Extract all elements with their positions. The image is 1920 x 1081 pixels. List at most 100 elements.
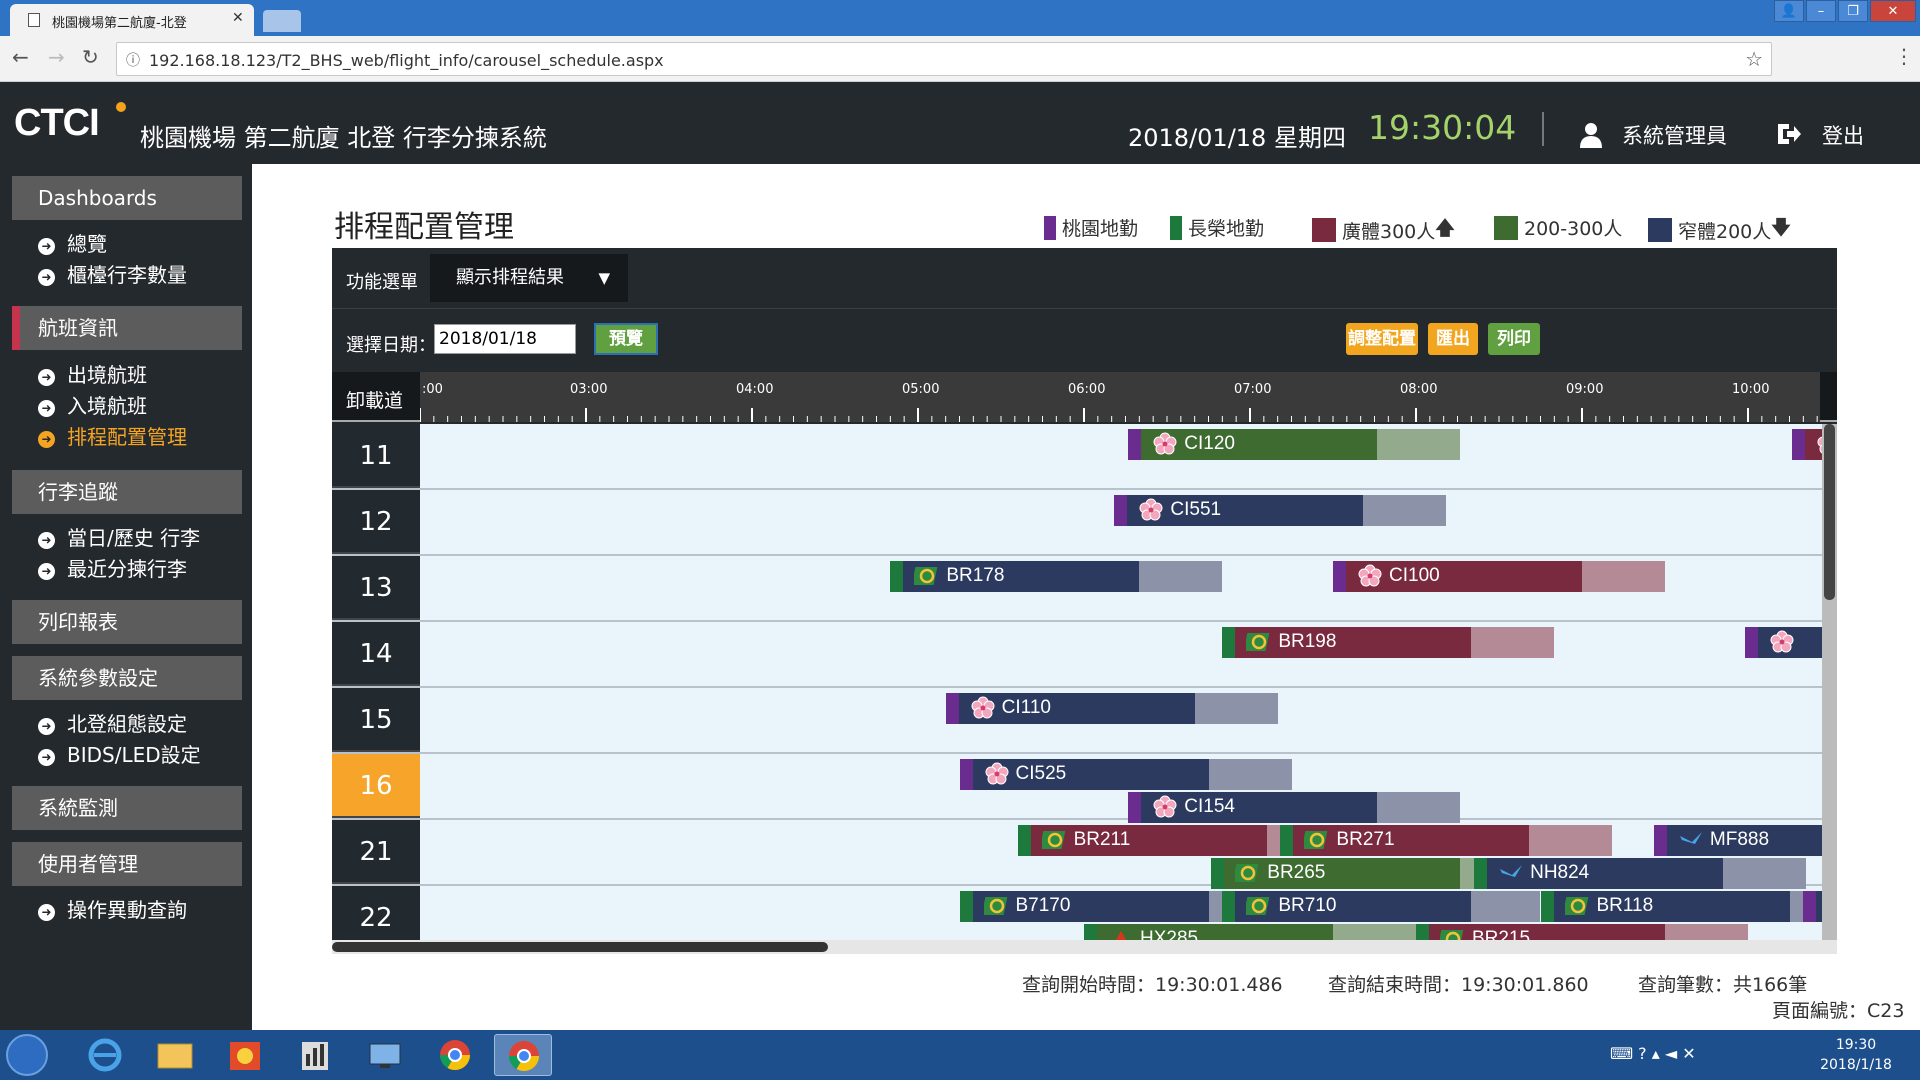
carousel-number[interactable]: 21 [332, 820, 420, 884]
flight-bar[interactable] [1792, 429, 1822, 460]
close-icon[interactable]: ✕ [1870, 0, 1916, 22]
browser-menu-icon[interactable]: ⋮ [1894, 44, 1914, 68]
url-input[interactable]: ⓘ 192.168.18.123/T2_BHS_web/flight_info/… [116, 42, 1772, 76]
schedule-panel: 功能選單 顯示排程結果 ▼ 選擇日期： 預覽 調整配置 匯出 列印 卸載道 :0… [332, 248, 1837, 954]
flight-code: BR198 [1278, 631, 1337, 652]
flight-bar-br198[interactable]: BR198 [1222, 627, 1555, 658]
sidebar-section-reports[interactable]: 列印報表 [12, 600, 242, 644]
flight-bar-ci154[interactable]: CI154 [1128, 792, 1461, 823]
flight-bar[interactable] [1745, 627, 1822, 658]
preview-button[interactable]: 預覽 [594, 323, 658, 355]
horizontal-scroll-thumb[interactable] [332, 942, 828, 952]
ie-glyph [88, 1038, 122, 1072]
sidebar-section-flight-info[interactable]: 航班資訊 [12, 306, 242, 350]
tab-close-icon[interactable]: ✕ [232, 10, 244, 26]
export-button[interactable]: 匯出 [1428, 323, 1478, 355]
chrome-active-icon[interactable] [494, 1034, 552, 1076]
back-arrow-icon[interactable]: ← [12, 45, 29, 69]
flight-code: BR271 [1336, 829, 1395, 850]
app-icon-network[interactable] [356, 1034, 414, 1076]
new-tab-button[interactable] [263, 10, 301, 32]
flight-bar-buffer [1789, 891, 1804, 922]
flight-bar-ci525[interactable]: CI525 [959, 759, 1292, 790]
function-menu-select[interactable]: 顯示排程結果 ▼ [430, 254, 628, 302]
flight-bar-ci100[interactable]: CI100 [1333, 561, 1665, 592]
logout-icon[interactable] [1776, 122, 1802, 146]
file-explorer-icon[interactable] [146, 1034, 204, 1076]
ie-icon[interactable] [76, 1034, 134, 1076]
flight-bar-mf[interactable]: MF [1803, 891, 1822, 922]
legend-swatch [1494, 215, 1518, 240]
app-icon-chart[interactable] [286, 1034, 344, 1076]
sidebar-section-system-params[interactable]: 系統參數設定 [12, 656, 242, 700]
minimize-icon[interactable]: – [1806, 0, 1836, 22]
user-name[interactable]: 系統管理員 [1622, 120, 1727, 150]
horizontal-scrollbar[interactable] [332, 940, 1837, 954]
sidebar-section-monitoring[interactable]: 系統監測 [12, 786, 242, 830]
flight-bar-br118[interactable]: BR118 [1540, 891, 1804, 922]
info-icon[interactable]: ⓘ [126, 50, 140, 70]
flight-bar-hx285[interactable]: HX285 [1084, 924, 1416, 940]
flight-bar-b7170[interactable]: B7170 [959, 891, 1223, 922]
adjust-config-button[interactable]: 調整配置 [1346, 323, 1418, 355]
tray-date[interactable]: 2018/1/18 [1808, 1057, 1904, 1073]
start-button[interactable] [6, 1034, 48, 1076]
carousel-number[interactable]: 22 [332, 886, 420, 940]
tray-time[interactable]: 19:30 [1808, 1037, 1904, 1053]
sidebar-item-schedule-management[interactable]: ➜ 排程配置管理 [38, 421, 187, 450]
carousel-number[interactable]: 12 [332, 490, 420, 554]
maximize-icon[interactable]: ❐ [1838, 0, 1868, 22]
sidebar-item-overview[interactable]: ➜ 總覽 [38, 228, 107, 257]
forward-arrow-icon[interactable]: → [48, 45, 65, 69]
function-menu-label: 功能選單 [346, 272, 418, 293]
flight-bar-br178[interactable]: BR178 [890, 561, 1223, 592]
bookmark-star-icon[interactable]: ☆ [1745, 47, 1763, 71]
eva-logo-icon [914, 567, 938, 585]
carousel-number[interactable]: 15 [332, 688, 420, 752]
flight-bar-br710[interactable]: BR710 [1222, 891, 1541, 922]
sidebar-item-bids-led[interactable]: ➜ BIDS/LED設定 [38, 739, 201, 768]
sidebar-item-arrivals[interactable]: ➜ 入境航班 [38, 390, 147, 419]
sidebar-section-user-management[interactable]: 使用者管理 [12, 842, 242, 886]
legend-swatch [1170, 215, 1182, 240]
user-icon[interactable]: 👤 [1774, 0, 1804, 22]
flight-bar-mf888[interactable]: MF888 [1653, 825, 1822, 856]
flight-bar-br271[interactable]: BR271 [1280, 825, 1613, 856]
print-button[interactable]: 列印 [1488, 323, 1540, 355]
sidebar-item-departures[interactable]: ➜ 出境航班 [38, 359, 147, 388]
browser-tab[interactable]: 桃園機場第二航廈-北登 ✕ [10, 4, 254, 36]
sidebar-item-recent-sorted[interactable]: ➜ 最近分揀行李 [38, 553, 187, 582]
app-icon-flower[interactable] [216, 1034, 274, 1076]
sidebar-section-baggage-tracking[interactable]: 行李追蹤 [12, 470, 242, 514]
tray-icons[interactable]: ⌨ ? ▴ ◄ ✕ [1610, 1044, 1696, 1063]
sidebar-item-audit-query[interactable]: ➜ 操作異動查詢 [38, 894, 187, 923]
vertical-scroll-thumb[interactable] [1824, 424, 1835, 600]
vertical-scrollbar[interactable] [1822, 424, 1837, 940]
chrome-icon[interactable] [426, 1034, 484, 1076]
sidebar-section-dashboards[interactable]: Dashboards [12, 176, 242, 220]
sidebar-item-counter-baggage[interactable]: ➜ 櫃檯行李數量 [38, 259, 187, 288]
browser-tab-bar: 桃園機場第二航廈-北登 ✕ 👤 – ❐ ✕ [0, 0, 1920, 36]
ground-handler-tag [1017, 825, 1031, 856]
flight-bar-br211[interactable]: BR211 [1017, 825, 1281, 856]
sidebar-item-label: 最近分揀行李 [67, 557, 187, 581]
legend-swatch [1044, 215, 1056, 240]
flight-bar-br265[interactable]: BR265 [1211, 858, 1475, 889]
flight-bar-br215[interactable]: BR215 [1416, 924, 1748, 940]
flight-bar-nh824[interactable]: NH824 [1474, 858, 1807, 889]
carousel-number[interactable]: 14 [332, 622, 420, 686]
flight-bar-ci120[interactable]: CI120 [1128, 429, 1461, 460]
carousel-number[interactable]: 16 [332, 754, 420, 818]
date-input[interactable] [434, 324, 576, 354]
carousel-number[interactable]: 13 [332, 556, 420, 620]
circle-arrow-icon: ➜ [38, 718, 55, 735]
flight-code: MF888 [1709, 829, 1770, 850]
flight-bar-ci110[interactable]: CI110 [945, 693, 1278, 724]
sidebar-item-daily-history[interactable]: ➜ 當日/歷史 行李 [38, 522, 200, 551]
flight-bar-ci551[interactable]: CI551 [1114, 495, 1447, 526]
flight-bar-buffer [1665, 924, 1748, 940]
reload-icon[interactable]: ↻ [82, 45, 99, 69]
sidebar-item-config[interactable]: ➜ 北登組態設定 [38, 708, 187, 737]
logout-button[interactable]: 登出 [1822, 120, 1864, 150]
carousel-number[interactable]: 11 [332, 424, 420, 488]
